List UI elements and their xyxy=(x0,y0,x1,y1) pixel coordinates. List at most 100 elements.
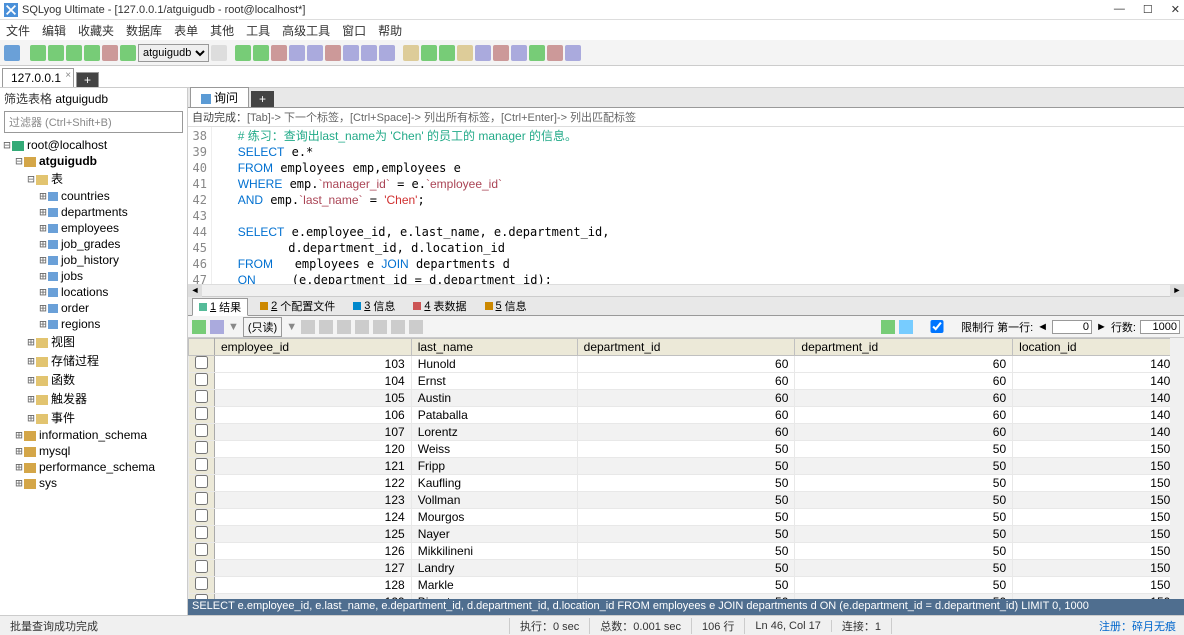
row-checkbox[interactable] xyxy=(195,560,208,573)
result-tab[interactable]: 1 结果 xyxy=(192,298,248,316)
column-header[interactable]: department_id xyxy=(577,339,795,356)
tree-node[interactable]: ⊞job_grades xyxy=(0,236,187,252)
row-checkbox[interactable] xyxy=(195,356,208,369)
menu-item[interactable]: 工具 xyxy=(246,22,270,39)
tool-icon[interactable] xyxy=(120,45,136,61)
menu-item[interactable]: 其他 xyxy=(210,22,234,39)
tree-node[interactable]: ⊞employees xyxy=(0,220,187,236)
tool-icon[interactable] xyxy=(899,320,913,334)
query-tab[interactable]: 询问 xyxy=(190,87,249,107)
column-header[interactable]: location_id xyxy=(1013,339,1184,356)
tree-node[interactable]: ⊞事件 xyxy=(0,408,187,427)
tree-node[interactable]: ⊞视图 xyxy=(0,332,187,351)
row-checkbox[interactable] xyxy=(195,543,208,556)
tree-node[interactable]: ⊞departments xyxy=(0,204,187,220)
tool-icon[interactable] xyxy=(457,45,473,61)
menu-item[interactable]: 高级工具 xyxy=(282,22,330,39)
result-grid[interactable]: employee_idlast_namedepartment_iddepartm… xyxy=(188,338,1184,599)
tree-node[interactable]: ⊟表 xyxy=(0,169,187,188)
limit-checkbox[interactable] xyxy=(917,320,957,333)
table-row[interactable]: 104Ernst60601400 xyxy=(189,373,1184,390)
table-row[interactable]: 124Mourgos50501500 xyxy=(189,509,1184,526)
refresh-icon[interactable] xyxy=(211,45,227,61)
column-header[interactable]: last_name xyxy=(411,339,577,356)
tool-icon[interactable] xyxy=(403,45,419,61)
table-row[interactable]: 129Bissot50501500 xyxy=(189,594,1184,600)
tree-node[interactable]: ⊞job_history xyxy=(0,252,187,268)
tool-icon[interactable] xyxy=(102,45,118,61)
result-tab[interactable]: 4 表数据 xyxy=(407,298,472,314)
tool-icon[interactable] xyxy=(301,320,315,334)
tree-node[interactable]: ⊟atguigudb xyxy=(0,153,187,169)
scroll-right-icon[interactable]: ► xyxy=(1170,285,1184,297)
tool-icon[interactable] xyxy=(343,45,359,61)
row-checkbox[interactable] xyxy=(195,424,208,437)
tree-node[interactable]: ⊞information_schema xyxy=(0,427,187,443)
minimize-button[interactable]: — xyxy=(1114,3,1125,16)
run-all-icon[interactable] xyxy=(253,45,269,61)
grid-icon[interactable] xyxy=(192,320,206,334)
table-row[interactable]: 121Fripp50501500 xyxy=(189,458,1184,475)
grid-vscroll[interactable] xyxy=(1170,338,1184,599)
result-tab[interactable]: 2 个配置文件 xyxy=(254,298,341,314)
row-checkbox[interactable] xyxy=(195,594,208,599)
grid-icon[interactable] xyxy=(210,320,224,334)
maximize-button[interactable]: ☐ xyxy=(1143,3,1153,16)
row-checkbox[interactable] xyxy=(195,407,208,420)
tree-node[interactable]: ⊞函数 xyxy=(0,370,187,389)
tool-icon[interactable] xyxy=(84,45,100,61)
table-row[interactable]: 128Markle50501500 xyxy=(189,577,1184,594)
table-row[interactable]: 107Lorentz60601400 xyxy=(189,424,1184,441)
result-tab[interactable]: 3 信息 xyxy=(347,298,401,314)
table-row[interactable]: 105Austin60601400 xyxy=(189,390,1184,407)
tool-icon[interactable] xyxy=(421,45,437,61)
result-tab[interactable]: 5 信息 xyxy=(479,298,533,314)
menu-item[interactable]: 收藏夹 xyxy=(78,22,114,39)
new-connection-icon[interactable] xyxy=(4,45,20,61)
tool-icon[interactable] xyxy=(475,45,491,61)
limit-first-input[interactable] xyxy=(1052,320,1092,334)
readonly-selector[interactable]: (只读) xyxy=(243,317,282,337)
sql-editor[interactable]: 38394041424344454647 # 练习：查询出last_name为 … xyxy=(188,127,1184,297)
tool-icon[interactable] xyxy=(565,45,581,61)
table-row[interactable]: 106Pataballa60601400 xyxy=(189,407,1184,424)
row-checkbox[interactable] xyxy=(195,373,208,386)
table-row[interactable]: 127Landry50501500 xyxy=(189,560,1184,577)
row-checkbox[interactable] xyxy=(195,526,208,539)
next-page-icon[interactable]: ► xyxy=(1096,321,1107,333)
menu-item[interactable]: 文件 xyxy=(6,22,30,39)
table-row[interactable]: 123Vollman50501500 xyxy=(189,492,1184,509)
rows-input[interactable] xyxy=(1140,320,1180,334)
column-header[interactable]: department_id xyxy=(795,339,1013,356)
tool-icon[interactable] xyxy=(391,320,405,334)
tree-node[interactable]: ⊞存储过程 xyxy=(0,351,187,370)
tool-icon[interactable] xyxy=(373,320,387,334)
row-checkbox[interactable] xyxy=(195,458,208,471)
tool-icon[interactable] xyxy=(48,45,64,61)
tool-icon[interactable] xyxy=(547,45,563,61)
table-row[interactable]: 120Weiss50501500 xyxy=(189,441,1184,458)
add-connection-tab[interactable]: + xyxy=(76,72,99,87)
row-checkbox[interactable] xyxy=(195,577,208,590)
editor-hscroll[interactable]: ◄ ► xyxy=(188,284,1184,296)
close-button[interactable]: ✕ xyxy=(1171,3,1180,16)
tool-icon[interactable] xyxy=(511,45,527,61)
tool-icon[interactable] xyxy=(493,45,509,61)
tool-icon[interactable] xyxy=(361,45,377,61)
tree-node[interactable]: ⊞jobs xyxy=(0,268,187,284)
tool-icon[interactable] xyxy=(319,320,333,334)
tree-node[interactable]: ⊞regions xyxy=(0,316,187,332)
tool-icon[interactable] xyxy=(409,320,423,334)
table-row[interactable]: 103Hunold60601400 xyxy=(189,356,1184,373)
column-header[interactable]: employee_id xyxy=(215,339,412,356)
close-tab-icon[interactable]: × xyxy=(65,70,71,81)
database-selector[interactable]: atguigudb xyxy=(138,44,209,62)
tool-icon[interactable] xyxy=(66,45,82,61)
row-checkbox[interactable] xyxy=(195,492,208,505)
row-checkbox[interactable] xyxy=(195,509,208,522)
tool-icon[interactable] xyxy=(439,45,455,61)
tool-icon[interactable] xyxy=(337,320,351,334)
tool-icon[interactable] xyxy=(379,45,395,61)
tool-icon[interactable] xyxy=(30,45,46,61)
tool-icon[interactable] xyxy=(529,45,545,61)
